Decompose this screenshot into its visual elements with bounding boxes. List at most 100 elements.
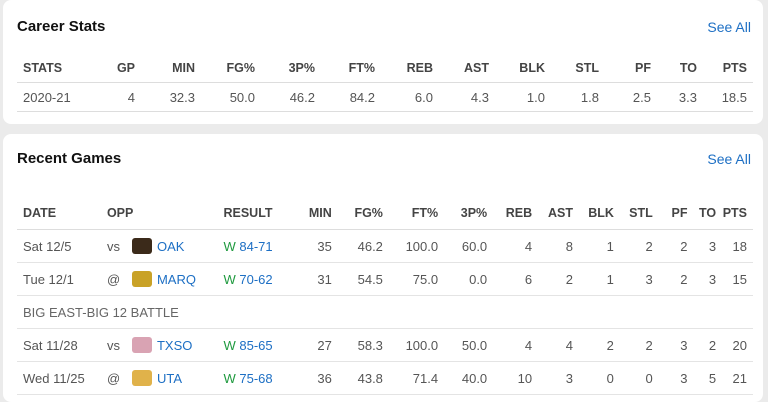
game-stat-cell: 46.2 <box>357 238 383 254</box>
game-stat-cell: 2 <box>708 337 717 353</box>
opponent-cell: vs TXSO <box>107 337 224 353</box>
section-divider-row: BIG EAST-BIG 12 BATTLE <box>17 296 753 329</box>
career-cell: 1.8 <box>580 89 599 105</box>
game-stat-cell: 2 <box>645 238 653 254</box>
game-stat-cell: 2 <box>680 271 688 287</box>
recent-see-all-link[interactable]: See All <box>707 151 751 167</box>
recent-games-card: Recent Games See All DATE OPP RESULT MIN FG%… <box>3 134 763 402</box>
game-row: Sat 12/5 vs OAK W 84-71 35 46.2 100.0 60.0 4 8 1 2 2… <box>17 230 753 263</box>
career-cell: 6.0 <box>414 89 433 105</box>
team-logo-icon <box>131 370 152 386</box>
recent-col-header: AST <box>548 206 574 220</box>
career-stats-table: STATS GP MIN FG% 3P% FT% REB AST BLK STL PF TO PTS 2… <box>17 54 753 112</box>
game-stat-cell: 50.0 <box>461 337 488 353</box>
opponent-link[interactable]: MARQ <box>157 272 196 287</box>
game-stat-cell: 3 <box>645 271 653 287</box>
game-stat-cell: 5 <box>708 370 717 386</box>
game-stat-cell: 0 <box>606 370 614 386</box>
game-stat-cell: 21 <box>732 370 747 386</box>
game-stat-cell: 15 <box>732 271 747 287</box>
game-stat-cell: 0.0 <box>469 271 488 287</box>
game-result: W 75-68 <box>223 362 305 395</box>
game-stat-cell: 58.3 <box>357 337 383 353</box>
game-stat-cell: 75.0 <box>412 271 439 287</box>
result-score-link[interactable]: 70-62 <box>239 272 272 287</box>
career-col-header: MIN <box>172 61 195 75</box>
career-col-header: PF <box>635 61 651 75</box>
recent-col-header: DATE <box>23 206 57 220</box>
game-stat-cell: 6 <box>524 271 533 287</box>
home-away-indicator: @ <box>106 370 121 386</box>
career-cell: 84.2 <box>349 89 375 105</box>
career-col-header: FT% <box>348 61 375 75</box>
career-cell: 2020-21 <box>23 89 71 105</box>
career-see-all-link[interactable]: See All <box>707 19 751 35</box>
career-cell: 3.3 <box>678 89 697 105</box>
game-row: Sat 11/28 vs TXSO W 85-65 27 58.3 100.0 50.0 4 4 2… <box>17 329 753 362</box>
career-cell: 32.3 <box>169 89 195 105</box>
game-result: W 70-62 <box>223 263 305 296</box>
game-stat-cell: 1 <box>606 238 614 254</box>
result-wl: W <box>223 238 236 254</box>
opponent-link[interactable]: UTA <box>157 371 182 386</box>
recent-col-header: MIN <box>308 206 332 220</box>
game-stat-cell: 0 <box>645 370 653 386</box>
career-season-row: 2020-21 4 32.3 50.0 46.2 84.2 6.0 4.3 1.0 1.8 2.5 3… <box>17 83 753 112</box>
game-stat-cell: 3 <box>708 238 717 254</box>
game-result: W 85-65 <box>223 329 305 362</box>
team-logo-icon <box>131 337 152 353</box>
career-stats-card: Career Stats See All STATS GP MIN FG% 3P% FT%… <box>3 0 763 124</box>
career-cell: 18.5 <box>721 89 747 105</box>
game-row: Wed 11/25 @ UTA W 75-68 36 43.8 71.4 40.0 10 3 0 0 3… <box>17 362 753 395</box>
recent-col-header: PTS <box>722 206 747 220</box>
game-stat-cell: 4 <box>524 337 533 353</box>
recent-col-header: FT% <box>411 206 439 220</box>
team-logo-icon <box>131 271 152 287</box>
game-stat-cell: 36 <box>317 370 332 386</box>
career-header-row: STATS GP MIN FG% 3P% FT% REB AST BLK STL PF TO PTS <box>17 54 753 83</box>
career-col-header: 3P% <box>288 61 315 75</box>
team-logo-icon <box>131 238 152 254</box>
game-stat-cell: 20 <box>732 337 747 353</box>
result-score-link[interactable]: 84-71 <box>239 239 272 254</box>
game-stat-cell: 100.0 <box>405 238 439 254</box>
career-col-header: TO <box>679 61 697 75</box>
game-result: W 84-71 <box>223 230 305 263</box>
career-stats-header: Career Stats See All <box>17 18 751 35</box>
game-date: Tue 12/1 <box>23 271 74 287</box>
game-stat-cell: 2 <box>680 238 688 254</box>
result-wl: W <box>223 271 236 287</box>
game-stat-cell: 43.8 <box>357 370 383 386</box>
opponent-link[interactable]: OAK <box>157 239 184 254</box>
recent-header-row: DATE OPP RESULT MIN FG% FT% 3P% REB AST BLK STL PF T… <box>17 197 753 230</box>
game-stat-cell: 1 <box>606 271 614 287</box>
recent-col-header: TO <box>698 206 717 220</box>
game-stat-cell: 40.0 <box>461 370 488 386</box>
game-opponent: vs OAK <box>107 230 224 263</box>
recent-col-header: FG% <box>354 206 383 220</box>
career-cell: 4.3 <box>470 89 489 105</box>
recent-games-header: Recent Games See All <box>17 150 751 167</box>
game-stat-cell: 2 <box>606 337 614 353</box>
recent-col-header: 3P% <box>460 206 488 220</box>
career-col-header: GP <box>116 61 135 75</box>
game-stat-cell: 60.0 <box>461 238 488 254</box>
career-cell: 46.2 <box>289 89 315 105</box>
game-stat-cell: 3 <box>565 370 574 386</box>
opponent-link[interactable]: TXSO <box>157 338 192 353</box>
result-wl: W <box>223 370 236 386</box>
game-date: Wed 11/25 <box>23 370 85 386</box>
recent-col-header: RESULT <box>223 206 273 220</box>
game-stat-cell: 3 <box>708 271 717 287</box>
game-stat-cell: 71.4 <box>412 370 439 386</box>
career-cell: 2.5 <box>632 89 651 105</box>
game-stat-cell: 2 <box>645 337 653 353</box>
section-label: BIG EAST-BIG 12 BATTLE <box>23 304 179 320</box>
home-away-indicator: @ <box>106 271 121 287</box>
result-score-link[interactable]: 85-65 <box>239 338 272 353</box>
recent-col-header: OPP <box>106 206 134 220</box>
result-score-link[interactable]: 75-68 <box>239 371 272 386</box>
recent-col-header: STL <box>629 206 653 220</box>
game-stat-cell: 2 <box>565 271 574 287</box>
home-away-indicator: vs <box>106 238 120 254</box>
